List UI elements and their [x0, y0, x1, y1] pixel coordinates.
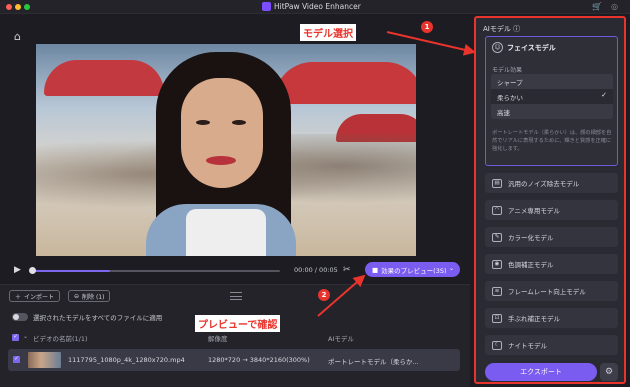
annotation-number-2: 2: [318, 289, 330, 301]
arrow-to-panel: [386, 31, 476, 56]
annotation-arrows: [317, 31, 476, 317]
annotation-preview: プレビューで確認: [195, 315, 281, 332]
annotation-number-1: 1: [421, 21, 433, 33]
annotation-select: モデル選択: [300, 24, 356, 41]
